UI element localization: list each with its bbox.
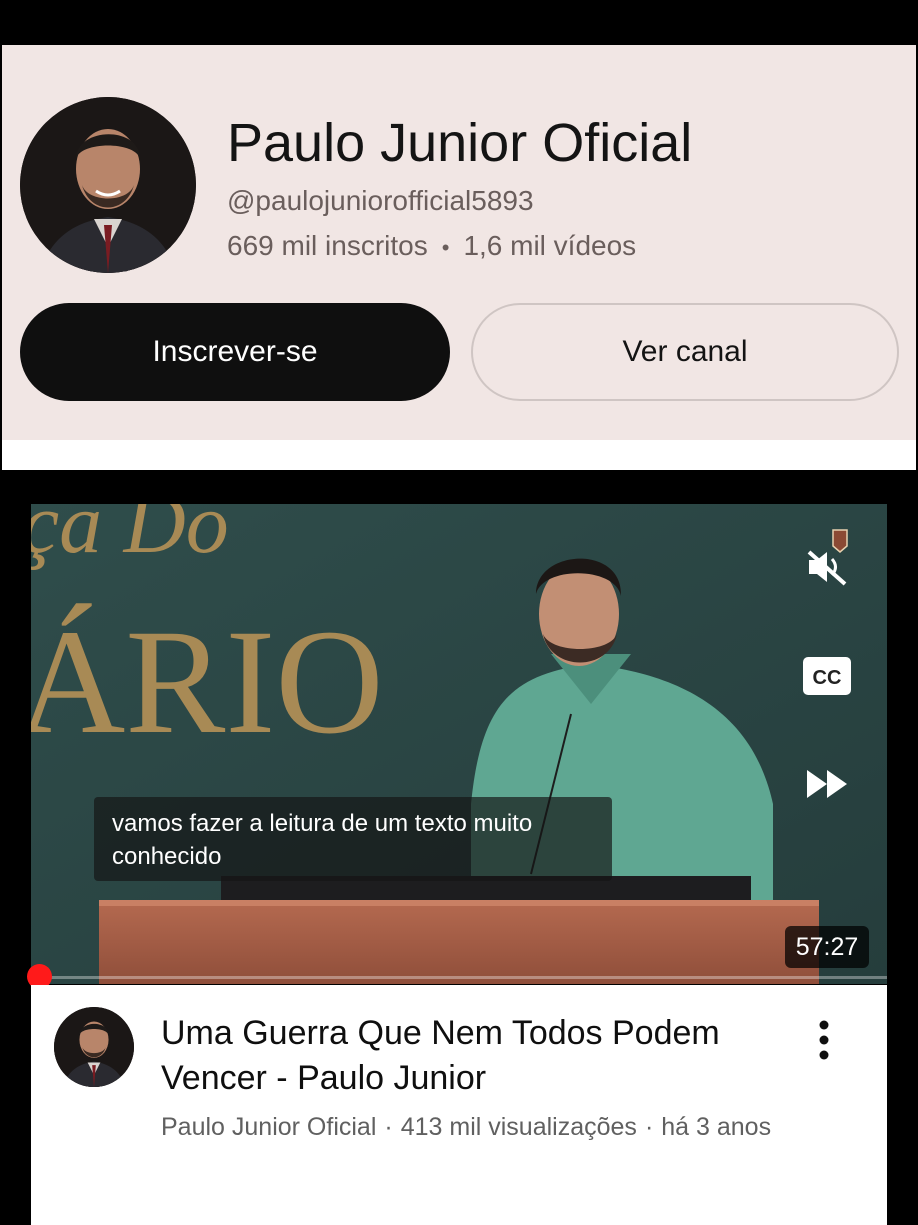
video-title[interactable]: Uma Guerra Que Nem Todos Podem Vencer - … <box>161 1011 781 1101</box>
video-metadata: Paulo Junior Oficial · 413 mil visualizaçõ… <box>161 1110 781 1144</box>
subtitle-overlay: vamos fazer a leitura de um texto muito … <box>94 797 612 881</box>
subscriber-count: 669 mil inscritos <box>227 230 428 261</box>
muted-speaker-icon <box>807 529 848 586</box>
channel-handle: @paulojuniorofficial5893 <box>227 185 534 216</box>
cc-label: CC <box>813 667 842 689</box>
avatar-image <box>20 97 196 273</box>
video-frame: ça Do ÁRIO <box>31 504 887 984</box>
video-channel-name[interactable]: Paulo Junior Oficial <box>161 1113 376 1141</box>
video-channel-avatar[interactable] <box>54 1007 134 1087</box>
captions-button[interactable]: CC <box>801 655 853 697</box>
stats-separator: • <box>441 235 450 260</box>
channel-avatar[interactable] <box>20 97 196 273</box>
fast-forward-icon <box>807 770 847 798</box>
wall-lettering-main: ÁRIO <box>31 599 384 765</box>
subtitle-line-1: vamos fazer a leitura de um texto muito <box>112 810 533 837</box>
upload-age: há 3 anos <box>661 1113 772 1141</box>
video-player[interactable]: ça Do ÁRIO <box>31 504 887 984</box>
top-status-area <box>0 0 918 44</box>
view-count: 413 mil visualizações <box>400 1113 637 1141</box>
channel-name: Paulo Junior Oficial <box>227 113 693 173</box>
subscribe-button[interactable]: Inscrever-se <box>20 303 450 401</box>
meta-separator: · <box>384 1113 393 1141</box>
closed-captions-icon: CC <box>803 657 851 695</box>
view-channel-button[interactable]: Ver canal <box>471 303 899 401</box>
progress-bar[interactable] <box>31 976 887 979</box>
avatar-image-small <box>54 1007 134 1087</box>
meta-separator: · <box>644 1113 654 1141</box>
subtitle-line-2: conhecido <box>112 843 222 870</box>
channel-stats: 669 mil inscritos • 1,6 mil vídeos <box>227 230 636 262</box>
wall-lettering-top: ça Do <box>31 504 229 571</box>
more-options-button[interactable] <box>806 1018 842 1064</box>
mute-button[interactable] <box>803 526 855 590</box>
duration-badge: 57:27 <box>785 926 869 968</box>
divider-strip <box>2 440 916 470</box>
fast-forward-button[interactable] <box>805 766 851 802</box>
more-vertical-icon <box>819 1020 829 1060</box>
video-count: 1,6 mil vídeos <box>463 230 637 261</box>
